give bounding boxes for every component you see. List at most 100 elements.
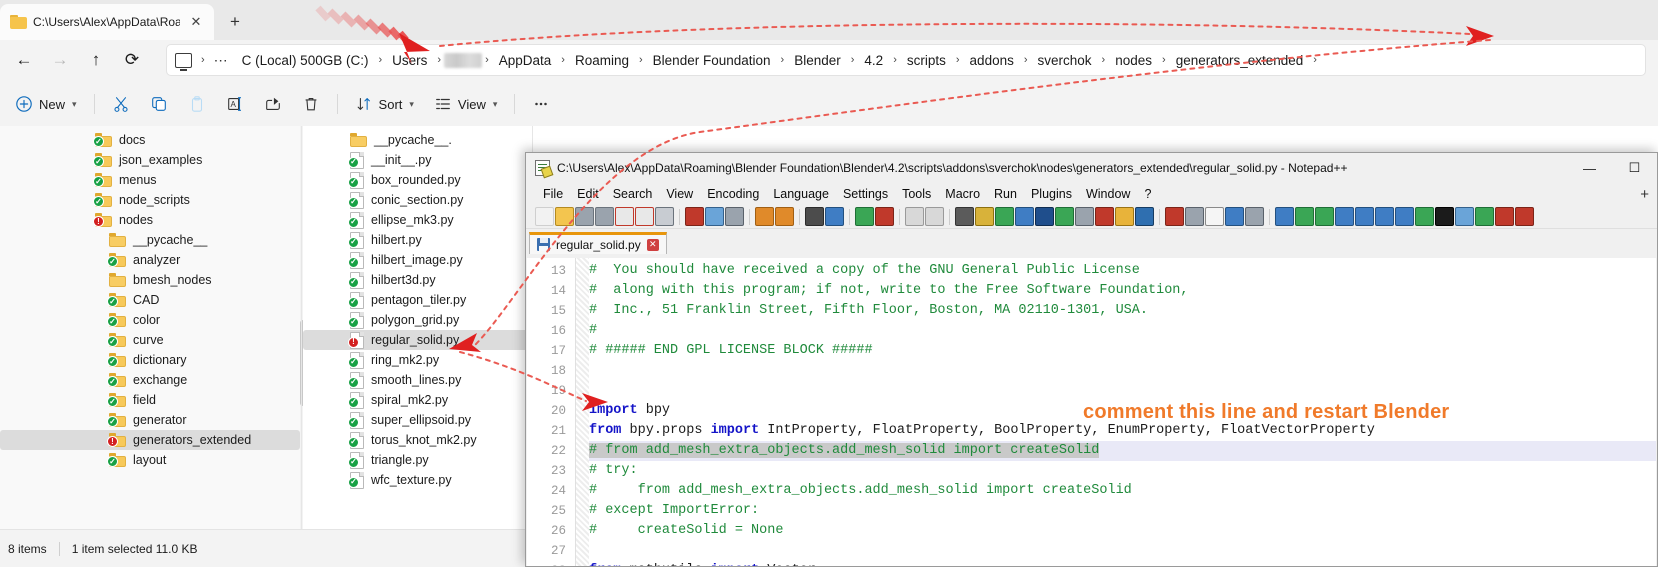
address-bar[interactable]: › ⋯ C (Local) 500GB (C:) › Users › › AppData ›… — [166, 44, 1646, 76]
this-pc-icon[interactable] — [175, 52, 192, 71]
code-line-17[interactable]: # ##### END GPL LICENSE BLOCK ##### — [589, 341, 1656, 361]
tree-item-json-examples[interactable]: ✓ json_examples — [0, 150, 300, 170]
toolbar-xml-tools-icon[interactable] — [1455, 207, 1474, 226]
tree-item-dictionary[interactable]: ✓ dictionary — [0, 350, 300, 370]
document-tab-regular-solid[interactable]: regular_solid.py ✕ — [529, 232, 667, 254]
tree-item-exchange[interactable]: ✓ exchange — [0, 370, 300, 390]
code-line-22[interactable]: # from add_mesh_extra_objects.add_mesh_s… — [589, 441, 1656, 461]
breadcrumb-item-blender[interactable]: Blender — [787, 50, 848, 71]
code-line-15[interactable]: # Inc., 51 Franklin Street, Fifth Floor,… — [589, 301, 1656, 321]
breadcrumb-item-c-local-500gb-c-[interactable]: C (Local) 500GB (C:) — [235, 50, 376, 71]
toolbar-save-macro-icon[interactable] — [1245, 207, 1264, 226]
more-options-button[interactable] — [523, 88, 559, 120]
code-line-25[interactable]: # except ImportError: — [589, 501, 1656, 521]
file-item-torus-knot-mk2-py[interactable]: ✓ torus_knot_mk2.py — [303, 430, 533, 450]
toolbar-bm2-icon[interactable] — [1295, 207, 1314, 226]
file-item-pentagon-tiler-py[interactable]: ✓ pentagon_tiler.py — [303, 290, 533, 310]
tree-item-cad[interactable]: ✓ CAD — [0, 290, 300, 310]
chevron-down-icon[interactable]: ▾ — [409, 99, 414, 110]
copy-button[interactable] — [141, 88, 177, 120]
toolbar-zoom-out-icon[interactable] — [875, 207, 894, 226]
code-line-28[interactable]: from mathutils import Vector — [589, 561, 1656, 566]
tree-item-layout[interactable]: ✓ layout — [0, 450, 300, 470]
breadcrumb-item-addons[interactable]: addons — [963, 50, 1021, 71]
tree-item-color[interactable]: ✓ color — [0, 310, 300, 330]
toolbar-close-icon[interactable] — [615, 207, 634, 226]
file-item-hilbert-py[interactable]: ✓ hilbert.py — [303, 230, 533, 250]
menu-view[interactable]: View — [659, 185, 700, 203]
chevron-down-icon[interactable]: ▾ — [493, 99, 498, 110]
breadcrumb-item-users[interactable]: Users — [385, 50, 434, 71]
toolbar-sync-v-icon[interactable] — [905, 207, 924, 226]
menu-edit[interactable]: Edit — [570, 185, 606, 203]
file-item-wfc-texture-py[interactable]: ✓ wfc_texture.py — [303, 470, 533, 490]
toolbar-bm-copy-icon[interactable] — [1415, 207, 1434, 226]
breadcrumb-item-blender-foundation[interactable]: Blender Foundation — [646, 50, 778, 71]
breadcrumb-item-appdata[interactable]: AppData — [492, 50, 559, 71]
toolbar-play-multi-icon[interactable] — [1225, 207, 1244, 226]
tree-item-bmesh-nodes[interactable]: bmesh_nodes — [0, 270, 300, 290]
menu-plugins[interactable]: Plugins — [1024, 185, 1079, 203]
chevron-down-icon[interactable]: ▾ — [72, 99, 77, 110]
toolbar-indent-guide-icon[interactable] — [1015, 207, 1034, 226]
toolbar-func-list-icon[interactable] — [1095, 207, 1114, 226]
menu-settings[interactable]: Settings — [836, 185, 895, 203]
toolbar-cut-icon[interactable] — [685, 207, 704, 226]
breadcrumb-item-generators-extended[interactable]: generators_extended — [1169, 50, 1311, 71]
toolbar-bm-clear-icon[interactable] — [1335, 207, 1354, 226]
toolbar-zoom-in-icon[interactable] — [855, 207, 874, 226]
file-item-hilbert-image-py[interactable]: ✓ hilbert_image.py — [303, 250, 533, 270]
breadcrumb-item-roaming[interactable]: Roaming — [568, 50, 636, 71]
file-item-hilbert3d-py[interactable]: ✓ hilbert3d.py — [303, 270, 533, 290]
toolbar-sync-h-icon[interactable] — [925, 207, 944, 226]
up-button[interactable]: ↑ — [78, 44, 114, 76]
toolbar-bm-down-icon[interactable] — [1375, 207, 1394, 226]
tree-item-field[interactable]: ✓ field — [0, 390, 300, 410]
back-button[interactable]: ← — [6, 44, 42, 76]
code-line-24[interactable]: # from add_mesh_extra_objects.add_mesh_s… — [589, 481, 1656, 501]
forward-button[interactable]: → — [42, 44, 78, 76]
file-list-pane[interactable]: __pycache__. ✓ __init__.py ✓ box_rounded.py ✓… — [303, 126, 533, 529]
menu-window[interactable]: Window — [1079, 185, 1137, 203]
menu-file[interactable]: File — [536, 185, 570, 203]
menu-language[interactable]: Language — [766, 185, 836, 203]
toolbar-folder-tree-icon[interactable] — [1115, 207, 1134, 226]
toolbar-play-macro-icon[interactable] — [1205, 207, 1224, 226]
close-icon[interactable]: ✕ — [186, 12, 206, 32]
file-item--pycache-[interactable]: __pycache__. — [303, 130, 533, 150]
menu-run[interactable]: Run — [987, 185, 1024, 203]
view-button[interactable]: View ▾ — [425, 88, 506, 120]
toolbar-stop-macro-icon[interactable] — [1185, 207, 1204, 226]
toolbar-bm3-icon[interactable] — [1315, 207, 1334, 226]
toolbar-save-all-icon[interactable] — [595, 207, 614, 226]
file-item-ring-mk2-py[interactable]: ✓ ring_mk2.py — [303, 350, 533, 370]
menu-search[interactable]: Search — [606, 185, 660, 203]
cut-button[interactable] — [103, 88, 139, 120]
toolbar-doc-map-icon[interactable] — [1055, 207, 1074, 226]
minimize-button[interactable]: — — [1567, 153, 1612, 183]
tree-item--pycache-[interactable]: __pycache__ — [0, 230, 300, 250]
breadcrumb-item-scripts[interactable]: scripts — [900, 50, 953, 71]
toolbar-doc-list-icon[interactable] — [1075, 207, 1094, 226]
toolbar-bm1-icon[interactable] — [1275, 207, 1294, 226]
file-item-super-ellipsoid-py[interactable]: ✓ super_ellipsoid.py — [303, 410, 533, 430]
file-item-triangle-py[interactable]: ✓ triangle.py — [303, 450, 533, 470]
toolbar-bm-up-icon[interactable] — [1355, 207, 1374, 226]
tree-item-docs[interactable]: ✓ docs — [0, 130, 300, 150]
menu-tools[interactable]: Tools — [895, 185, 938, 203]
new-button[interactable]: New ▾ — [6, 88, 86, 120]
toolbar-close-all-icon[interactable] — [635, 207, 654, 226]
toolbar-undo-icon[interactable] — [755, 207, 774, 226]
breadcrumb-item-4-2[interactable]: 4.2 — [857, 50, 890, 71]
code-line-18[interactable] — [589, 361, 1656, 381]
toolbar-rec-macro-icon[interactable] — [1165, 207, 1184, 226]
toolbar-monitor-icon[interactable] — [1135, 207, 1154, 226]
rename-button[interactable]: A — [217, 88, 253, 120]
toolbar-uipanel-icon[interactable] — [1035, 207, 1054, 226]
toolbar-json-view-icon[interactable] — [1435, 207, 1454, 226]
file-item-spiral-mk2-py[interactable]: ✓ spiral_mk2.py — [303, 390, 533, 410]
refresh-button[interactable]: ⟳ — [114, 44, 150, 76]
file-item-ellipse-mk3-py[interactable]: ✓ ellipse_mk3.py — [303, 210, 533, 230]
file-item--init-py[interactable]: ✓ __init__.py — [303, 150, 533, 170]
menu-help[interactable]: ? — [1137, 185, 1158, 203]
